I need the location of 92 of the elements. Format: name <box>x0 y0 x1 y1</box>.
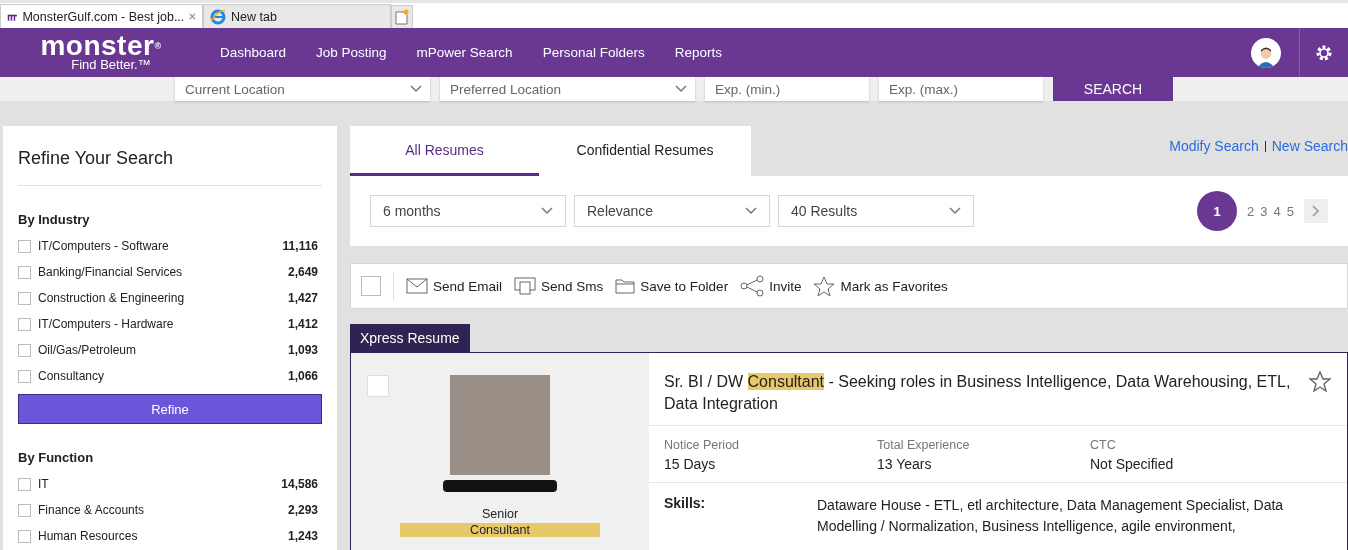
caret-icon <box>541 207 553 215</box>
location-dropdown[interactable]: Current Location <box>175 77 430 101</box>
refine-button[interactable]: Refine <box>18 394 322 424</box>
filter-count: 2,649 <box>287 265 318 279</box>
experience-field[interactable]: Exp. (min.) <box>705 77 869 101</box>
filter-label: IT/Computers - Software <box>38 239 170 253</box>
resume-title[interactable]: Sr. BI / DW Consultant - Seeking roles in Business Intelligence, Data Warehousing, ETL, Data Integration <box>664 371 1293 415</box>
fact-label: Total Experience <box>877 438 971 452</box>
filter-count: 1,066 <box>287 369 318 383</box>
avatar-icon[interactable] <box>1251 37 1281 68</box>
page-number[interactable]: 1 <box>1197 191 1238 231</box>
checkbox[interactable] <box>367 375 389 397</box>
page-number[interactable]: 5 <box>1286 203 1294 219</box>
filter-count: 11,116 <box>282 239 318 253</box>
resume-type-badge: Xpress Resume <box>350 324 470 352</box>
filter-label: IT/Computers - Hardware <box>38 317 175 331</box>
logo-tagline: Find Better.™ <box>70 57 151 72</box>
filter-count: 1,427 <box>287 291 318 305</box>
section-heading: By Industry <box>18 212 91 227</box>
sidebar-title: Refine Your Search <box>18 126 322 186</box>
select-all-checkbox[interactable] <box>361 276 381 296</box>
sms-icon <box>514 277 537 295</box>
filter-label: Oil/Gas/Petroleum <box>38 343 138 357</box>
skills-label: Skills: <box>664 495 707 513</box>
browser-logo-icon <box>210 8 226 25</box>
monster-logo[interactable]: monster$^{®}$ <box>40 33 162 58</box>
fact-value: 15 Days <box>664 456 717 472</box>
share-icon <box>740 275 765 297</box>
nav-link[interactable]: Reports <box>674 45 722 60</box>
checkbox[interactable] <box>18 369 31 383</box>
caret-icon <box>675 85 687 93</box>
filter-dropdown[interactable]: 6 months <box>370 195 566 227</box>
caret-icon <box>745 207 757 215</box>
filter-label: IT <box>38 477 50 491</box>
envelope-icon <box>406 278 428 294</box>
filter-dropdown[interactable]: 40 Results <box>778 195 974 227</box>
toolbar-action[interactable]: Save to Folder <box>640 278 729 294</box>
nav-link[interactable]: Personal Folders <box>542 45 645 60</box>
fact-value: Not Specified <box>1090 456 1175 472</box>
fact-label: CTC <box>1090 438 1117 452</box>
next-page-button[interactable] <box>1304 199 1328 223</box>
browser-tab[interactable]: New tab <box>203 4 391 28</box>
checkbox[interactable] <box>18 317 31 331</box>
toolbar-action[interactable]: Mark as Favorites <box>840 278 948 294</box>
search-link[interactable]: New Search <box>1271 138 1348 154</box>
page-number[interactable]: 2 <box>1247 203 1255 219</box>
checkbox[interactable] <box>18 239 31 253</box>
page-number[interactable]: 3 <box>1260 203 1268 219</box>
fact-label: Notice Period <box>664 438 741 452</box>
search-button[interactable]: SEARCH <box>1053 77 1173 101</box>
page-number[interactable]: 4 <box>1273 203 1281 219</box>
filter-label: Finance & Accounts <box>38 503 146 517</box>
skills-text: Dataware House - ETL, etl architecture, Data Management Specialist, Data Modelling / Normalization, Business Intelligence, agile environment, <box>817 496 1285 536</box>
checkbox[interactable] <box>18 529 31 543</box>
experience-field[interactable]: Exp. (max.) <box>879 77 1043 101</box>
filter-count: 1,093 <box>287 343 318 357</box>
filter-count: 1,412 <box>287 317 318 331</box>
fact-value: 13 Years <box>877 456 933 472</box>
nav-link[interactable]: mPower Search <box>416 45 513 60</box>
filter-dropdown[interactable]: Relevance <box>574 195 770 227</box>
nav-link[interactable]: Dashboard <box>220 45 287 60</box>
location-dropdown[interactable]: Preferred Location <box>440 77 695 101</box>
designation-text: Senior <box>481 507 519 521</box>
filter-label: Construction & Engineering <box>38 291 186 305</box>
browser-tab[interactable]: MonsterGulf.com - Best job... <box>0 4 203 28</box>
nav-link[interactable]: Job Posting <box>316 45 387 60</box>
toolbar-action[interactable]: Invite <box>769 278 802 294</box>
filter-count: 1,243 <box>287 529 318 543</box>
chevron-right-icon <box>1312 205 1320 217</box>
toolbar-action[interactable]: Send Email <box>433 278 503 294</box>
checkbox[interactable] <box>18 503 31 517</box>
checkbox[interactable] <box>18 477 31 491</box>
star-icon <box>813 275 836 297</box>
filter-label: Human Resources <box>38 529 139 543</box>
new-tab-button[interactable] <box>391 5 413 28</box>
filter-label: Consultancy <box>38 369 106 383</box>
toolbar-action[interactable]: Send Sms <box>541 278 604 294</box>
folder-icon <box>615 278 636 294</box>
caret-icon <box>410 85 422 93</box>
designation-highlight: Consultant <box>400 523 600 537</box>
filter-count: 14,586 <box>281 477 318 491</box>
section-heading: By Function <box>18 450 95 465</box>
close-icon[interactable] <box>189 12 196 21</box>
caret-icon <box>949 207 961 215</box>
checkbox[interactable] <box>18 343 31 357</box>
search-link[interactable]: Modify Search <box>1169 138 1259 154</box>
results-tab[interactable]: Confidential Resumes <box>539 126 751 176</box>
filter-label: Banking/Financial Services <box>38 265 184 279</box>
checkbox[interactable] <box>18 265 31 279</box>
filter-count: 2,293 <box>287 503 318 517</box>
checkbox[interactable] <box>18 291 31 305</box>
favorite-star-icon[interactable] <box>1309 371 1331 392</box>
